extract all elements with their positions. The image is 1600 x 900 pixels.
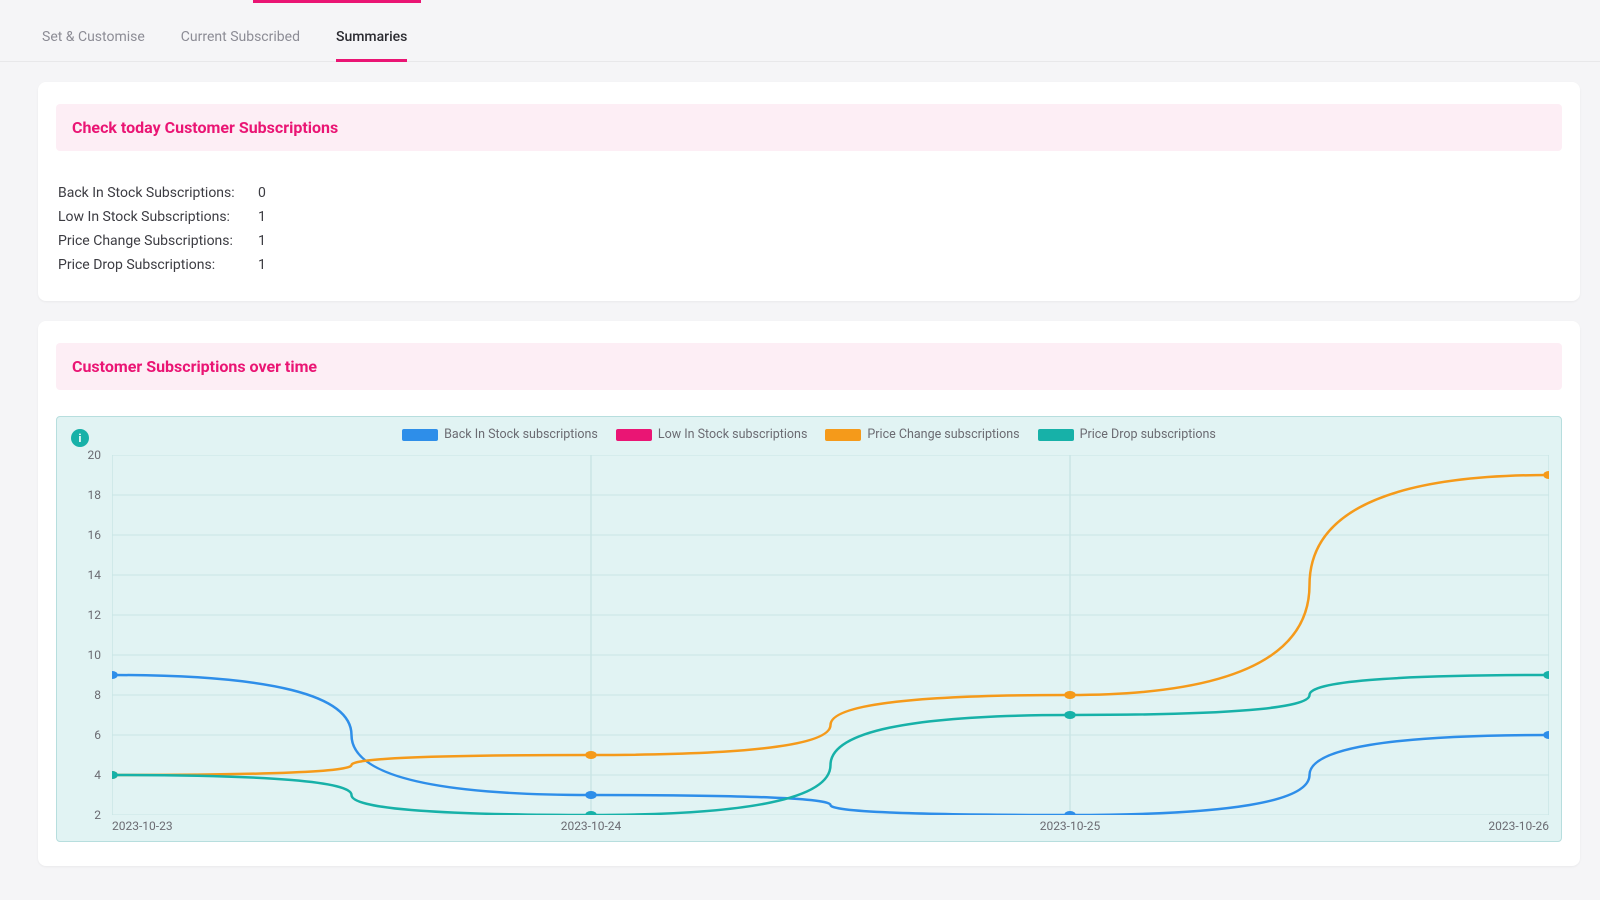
legend-swatch <box>616 429 652 441</box>
today-stats-list: Back In Stock Subscriptions: 0 Low In St… <box>56 181 1562 277</box>
legend-label: Back In Stock subscriptions <box>444 427 598 442</box>
today-subscriptions-card: Check today Customer Subscriptions Back … <box>38 82 1580 301</box>
stat-label: Price Drop Subscriptions: <box>58 257 244 273</box>
chart-svg <box>112 455 1549 815</box>
legend-label: Price Change subscriptions <box>867 427 1019 442</box>
y-tick-label: 2 <box>94 808 101 822</box>
legend-swatch <box>402 429 438 441</box>
chart-container: i Back In Stock subscriptions Low In Sto… <box>56 416 1562 842</box>
y-tick-label: 8 <box>94 688 101 702</box>
stat-value: 1 <box>258 233 272 249</box>
y-tick-label: 16 <box>88 528 102 542</box>
legend-swatch <box>825 429 861 441</box>
stat-row-low-in-stock: Low In Stock Subscriptions: 1 <box>58 205 1562 229</box>
legend-item-change[interactable]: Price Change subscriptions <box>825 427 1019 442</box>
over-time-card-title: Customer Subscriptions over time <box>56 343 1562 390</box>
y-tick-label: 14 <box>88 568 102 582</box>
legend-item-low[interactable]: Low In Stock subscriptions <box>616 427 808 442</box>
stat-value: 1 <box>258 209 272 225</box>
legend-label: Price Drop subscriptions <box>1080 427 1216 442</box>
y-tick-label: 18 <box>88 488 102 502</box>
x-tick-label: 2023-10-26 <box>1488 819 1549 833</box>
y-tick-label: 10 <box>88 648 102 662</box>
info-icon[interactable]: i <box>71 429 89 447</box>
chart-plot-area <box>112 455 1549 815</box>
legend-item-drop[interactable]: Price Drop subscriptions <box>1038 427 1216 442</box>
page-content: Check today Customer Subscriptions Back … <box>0 62 1600 866</box>
y-tick-label: 4 <box>94 768 101 782</box>
chart-legend: Back In Stock subscriptions Low In Stock… <box>69 427 1549 442</box>
tab-current-subscribed[interactable]: Current Subscribed <box>181 29 300 62</box>
stat-label: Low In Stock Subscriptions: <box>58 209 244 225</box>
chart-y-ticks: 2468101214161820 <box>57 455 107 815</box>
x-tick-label: 2023-10-24 <box>561 819 622 833</box>
y-tick-label: 20 <box>88 448 102 462</box>
stat-label: Price Change Subscriptions: <box>58 233 244 249</box>
x-tick-label: 2023-10-25 <box>1040 819 1101 833</box>
top-accent-strip <box>253 0 421 3</box>
y-tick-label: 12 <box>88 608 102 622</box>
y-tick-label: 6 <box>94 728 101 742</box>
legend-label: Low In Stock subscriptions <box>658 427 808 442</box>
tab-summaries[interactable]: Summaries <box>336 29 407 62</box>
x-tick-label: 2023-10-23 <box>112 819 173 833</box>
over-time-card: Customer Subscriptions over time i Back … <box>38 321 1580 866</box>
tabs-bar: Set & Customise Current Subscribed Summa… <box>0 0 1600 62</box>
stat-value: 1 <box>258 257 272 273</box>
stat-row-back-in-stock: Back In Stock Subscriptions: 0 <box>58 181 1562 205</box>
legend-item-back[interactable]: Back In Stock subscriptions <box>402 427 598 442</box>
stat-row-price-change: Price Change Subscriptions: 1 <box>58 229 1562 253</box>
tab-set-customise[interactable]: Set & Customise <box>42 29 145 62</box>
chart-x-ticks: 2023-10-23 2023-10-24 2023-10-25 2023-10-26 <box>112 819 1549 835</box>
legend-swatch <box>1038 429 1074 441</box>
stat-value: 0 <box>258 185 272 201</box>
today-card-title: Check today Customer Subscriptions <box>56 104 1562 151</box>
stat-row-price-drop: Price Drop Subscriptions: 1 <box>58 253 1562 277</box>
stat-label: Back In Stock Subscriptions: <box>58 185 244 201</box>
